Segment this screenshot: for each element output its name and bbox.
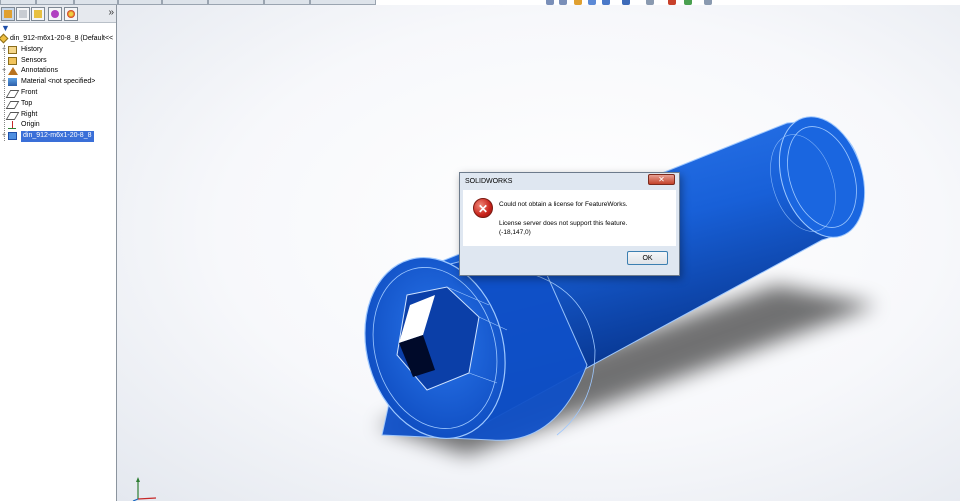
configuration-manager-tab[interactable] [31,7,45,21]
tree-item-sensors[interactable]: Sensors [0,56,116,67]
tree-item-label: Top [21,99,33,107]
feature-manager-panel: » ▼ din_912-m6x1-20-8_8 (Default<< + His… [0,5,117,501]
tree-item-label: Front [21,88,38,96]
tree-item-material[interactable]: + Material <not specified> [0,77,116,88]
error-detail: License server does not support this fea… [499,220,628,227]
tree-item-label: Material <not specified> [21,78,96,86]
tree-item-label: Origin [21,121,40,129]
tree-item-front-plane[interactable]: Front [0,88,116,99]
tree-item-right-plane[interactable]: Right [0,110,116,121]
design-tree: din_912-m6x1-20-8_8 (Default<< + History… [0,33,116,142]
error-code: (-18,147,0) [499,229,531,236]
annotations-icon [8,67,18,76]
origin-icon [8,121,17,130]
tree-item-label: din_912-m6x1-20-8_8 [21,131,94,142]
plane-icon [5,100,20,109]
history-icon [8,45,17,54]
plane-icon [5,89,20,98]
tree-item-origin[interactable]: Origin [0,120,116,131]
reference-triad [132,477,157,501]
manager-tabs: » [0,5,116,23]
error-message: Could not obtain a license for FeatureWo… [499,201,628,208]
plane-icon [5,111,20,120]
ok-button[interactable]: OK [627,251,668,265]
tree-item-label: Right [21,110,38,118]
error-dialog: SOLIDWORKS ✕ ✕ Could not obtain a licens… [459,172,680,276]
tree-item-history[interactable]: + History [0,45,116,56]
feature-manager-tab[interactable] [1,7,15,21]
dialog-title: SOLIDWORKS [465,178,513,185]
dimxpert-icon [51,10,59,18]
tree-item-annotations[interactable]: + Annotations [0,66,116,77]
tree-item-label: Sensors [21,56,47,64]
dialog-body: ✕ Could not obtain a license for Feature… [463,190,676,246]
dimxpert-manager-tab[interactable] [48,7,62,21]
display-manager-tab[interactable] [64,7,78,21]
tree-item-top-plane[interactable]: Top [0,99,116,110]
part-icon [0,33,9,44]
tree-item-label: History [21,45,43,53]
filter-icon[interactable]: ▼ [1,23,10,33]
property-icon [19,10,27,18]
configuration-icon [34,10,42,18]
display-manager-icon [67,10,75,18]
feature-tree-icon [4,10,12,18]
close-icon: ✕ [658,175,665,184]
tree-connector-line [4,45,5,141]
property-manager-tab[interactable] [16,7,30,21]
tree-item-label: Annotations [21,67,58,75]
tree-root-part[interactable]: din_912-m6x1-20-8_8 (Default<< [0,33,116,45]
tree-root-label: din_912-m6x1-20-8_8 (Default<< [10,35,114,42]
body-icon [8,132,17,141]
sensors-icon [8,56,17,65]
material-icon [8,78,17,87]
close-button[interactable]: ✕ [648,174,675,185]
expand-panel-button[interactable]: » [108,7,114,18]
error-icon: ✕ [473,198,493,218]
tree-item-imported-body[interactable]: + din_912-m6x1-20-8_8 [0,131,116,142]
